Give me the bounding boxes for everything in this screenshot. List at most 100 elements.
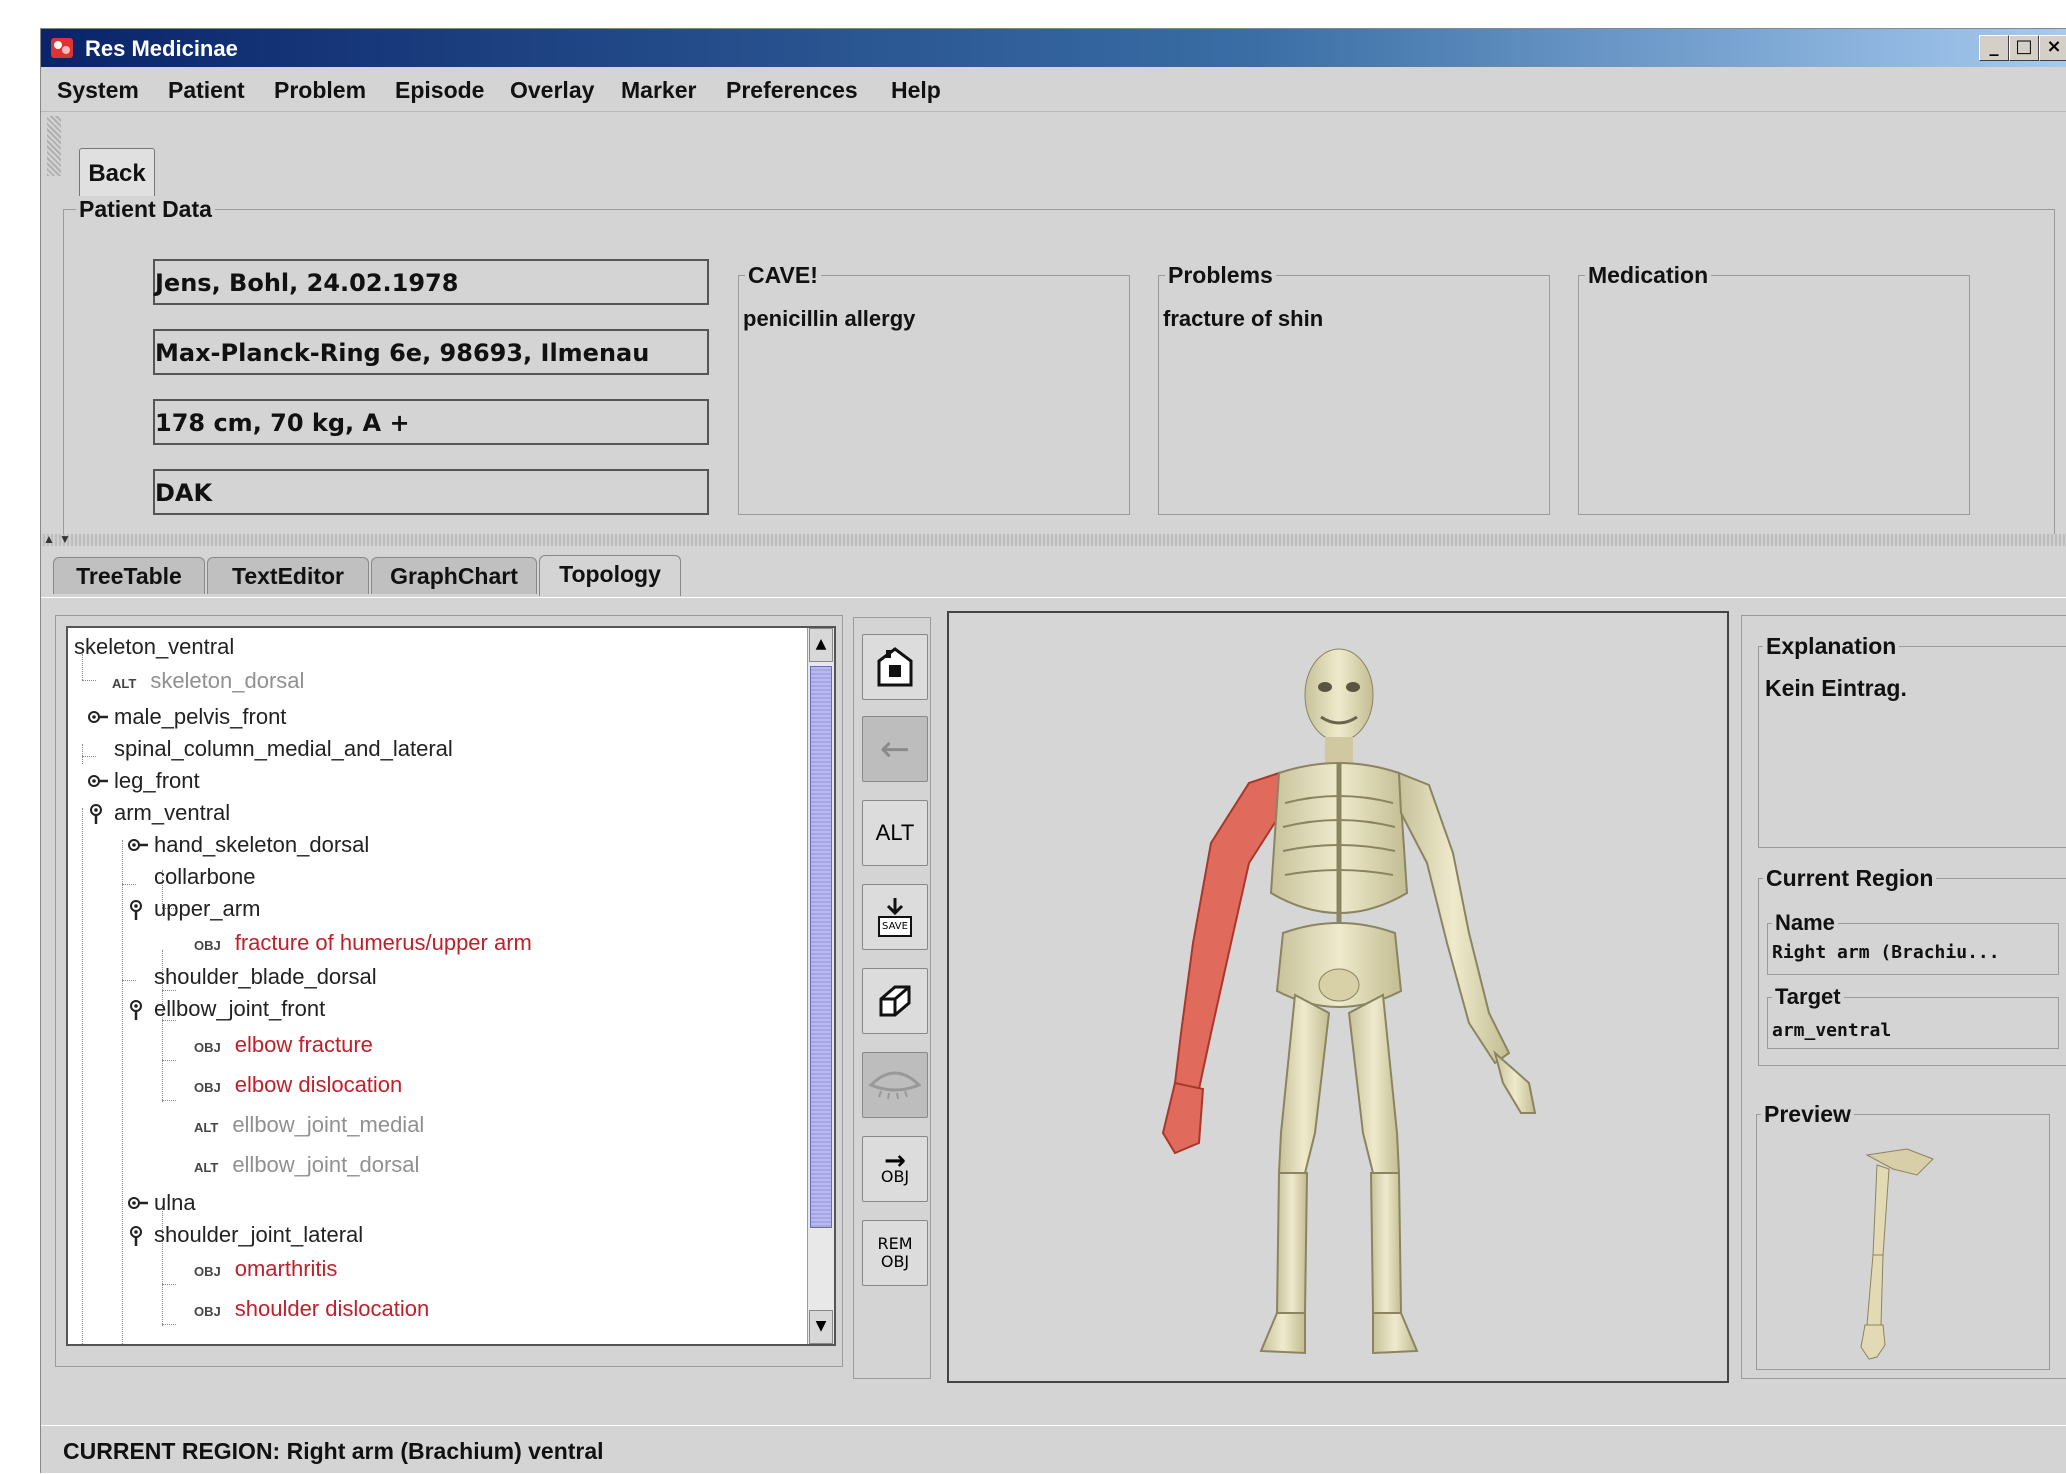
collapsed-toggle-icon[interactable] [126, 836, 150, 854]
region-name-value: Right arm (Brachiu... [1772, 942, 2000, 963]
tree-node[interactable]: ulna [128, 1190, 196, 1216]
tree-connector [162, 1060, 176, 1061]
explanation-title: Explanation [1763, 633, 1900, 660]
scroll-down-icon[interactable]: ▼ [809, 1310, 833, 1344]
hide-overlay-button[interactable] [862, 1052, 928, 1118]
splitter-bar[interactable]: ▲ ▼ [41, 532, 2066, 546]
alt-tag: ALT [194, 1160, 219, 1175]
back-arrow-button[interactable]: ← [862, 716, 928, 782]
menu-marker[interactable]: Marker [621, 77, 696, 104]
tree-obj-node[interactable]: OBJ elbow fracture [194, 1032, 373, 1058]
patient-address-field[interactable]: Max-Planck-Ring 6e, 98693, Ilmenau [153, 329, 709, 375]
topology-tree[interactable]: skeleton_ventral ALT skeleton_dorsal male… [66, 626, 836, 1346]
tree-obj-node[interactable]: OBJ fracture of humerus/upper arm [194, 930, 532, 956]
skeleton-ventral-image[interactable] [949, 613, 1727, 1381]
tree-alt-node[interactable]: ALT ellbow_joint_medial [194, 1112, 424, 1138]
tree-node[interactable]: shoulder_joint_lateral [130, 1222, 363, 1248]
tree-node[interactable]: skeleton_ventral [74, 634, 234, 660]
expanded-toggle-icon[interactable] [126, 998, 150, 1020]
obj-tag: OBJ [194, 938, 221, 953]
menu-patient[interactable]: Patient [168, 77, 245, 104]
title-bar: Res Medicinae _ □ × [41, 29, 2066, 67]
menu-episode[interactable]: Episode [395, 77, 484, 104]
minimize-button[interactable]: _ [1979, 35, 2009, 61]
toolbar-grip[interactable] [47, 116, 61, 176]
collapse-down-icon[interactable]: ▼ [59, 532, 71, 546]
menu-problem[interactable]: Problem [274, 77, 366, 104]
download-arrow-icon [886, 897, 904, 915]
tree-node-label: ellbow_joint_front [154, 996, 326, 1021]
tree-node[interactable]: male_pelvis_front [88, 704, 287, 730]
scrollbar-thumb[interactable] [810, 666, 832, 1228]
tree-node-label: fracture of humerus/upper arm [234, 930, 532, 955]
expanded-toggle-icon[interactable] [126, 898, 150, 920]
menu-preferences[interactable]: Preferences [726, 77, 858, 104]
tree-obj-node[interactable]: OBJ omarthritis [194, 1256, 337, 1282]
remove-object-button[interactable]: REM OBJ [862, 1220, 928, 1286]
tree-connector [162, 1324, 176, 1325]
home-button[interactable] [862, 634, 928, 700]
save-button[interactable]: SAVE [862, 884, 928, 950]
collapsed-toggle-icon[interactable] [86, 708, 110, 726]
info-panel: Explanation Kein Eintrag. Current Region… [1741, 615, 2066, 1379]
expanded-toggle-icon[interactable] [126, 1224, 150, 1246]
collapse-up-icon[interactable]: ▲ [43, 532, 55, 546]
alt-button[interactable]: ALT [862, 800, 928, 866]
close-button[interactable]: × [2039, 35, 2066, 61]
obj-tag: OBJ [194, 1040, 221, 1055]
menu-overlay[interactable]: Overlay [510, 77, 594, 104]
tree-alt-node[interactable]: ALT skeleton_dorsal [112, 668, 304, 694]
tree-connector [122, 884, 136, 885]
menu-system[interactable]: System [57, 77, 139, 104]
tree-node[interactable]: spinal_column_medial_and_lateral [114, 736, 453, 762]
back-button[interactable]: Back [79, 148, 155, 200]
patient-vitals-field[interactable]: 178 cm, 70 kg, A + [153, 399, 709, 445]
tree-node[interactable]: upper_arm [130, 896, 260, 922]
add-object-button[interactable]: → OBJ [862, 1136, 928, 1202]
tree-node[interactable]: collarbone [154, 864, 256, 890]
region-target-box: Target arm_ventral [1767, 984, 2059, 1049]
tree-scrollbar[interactable]: ▲ ▼ [807, 628, 834, 1344]
tab-treetable[interactable]: TreeTable [53, 557, 205, 594]
tab-texteditor[interactable]: TextEditor [207, 557, 369, 594]
tab-topology[interactable]: Topology [539, 555, 681, 596]
cave-value: penicillin allergy [743, 306, 916, 331]
tree-node[interactable]: shoulder_blade_dorsal [154, 964, 377, 990]
collapsed-toggle-icon[interactable] [126, 1194, 150, 1212]
topology-canvas[interactable] [947, 611, 1729, 1383]
maximize-button[interactable]: □ [2009, 35, 2039, 61]
collapsed-toggle-icon[interactable] [86, 772, 110, 790]
alt-tag: ALT [112, 676, 137, 691]
patient-data-title: Patient Data [76, 196, 215, 223]
problems-box: Problems fracture of shin [1158, 262, 1550, 515]
tree-obj-node[interactable]: OBJ elbow dislocation [194, 1072, 402, 1098]
tree-alt-node[interactable]: ALT ellbow_joint_dorsal [194, 1152, 419, 1178]
tab-graphchart[interactable]: GraphChart [371, 557, 537, 594]
tree-connector [162, 1100, 176, 1101]
patient-name-field[interactable]: Jens, Bohl, 24.02.1978 [153, 259, 709, 305]
expanded-toggle-icon[interactable] [86, 802, 110, 824]
tree-node-label: arm_ventral [114, 800, 231, 825]
medication-box: Medication [1578, 262, 1970, 515]
tree-node[interactable]: leg_front [88, 768, 200, 794]
tree-node[interactable]: arm_ventral [90, 800, 231, 826]
app-icon [51, 38, 73, 58]
tree-node[interactable]: ellbow_joint_front [130, 996, 326, 1022]
region-target-value: arm_ventral [1772, 1020, 1892, 1041]
status-bar: CURRENT REGION: Right arm (Brachium) ven… [41, 1425, 2066, 1474]
remove-object-label-top: REM [877, 1234, 913, 1253]
patient-insurance-field[interactable]: DAK [153, 469, 709, 515]
scroll-up-icon[interactable]: ▲ [809, 628, 833, 662]
problems-title: Problems [1165, 262, 1276, 289]
eraser-button[interactable] [862, 968, 928, 1034]
menu-help[interactable]: Help [891, 77, 941, 104]
tree-obj-node[interactable]: OBJ shoulder dislocation [194, 1296, 429, 1322]
cave-box: CAVE! penicillin allergy [738, 262, 1130, 515]
current-region-title: Current Region [1763, 865, 1937, 892]
app-window: Res Medicinae _ □ × System Patient Probl… [40, 28, 2066, 1473]
tree-node-label: leg_front [114, 768, 200, 793]
tree-connector [162, 990, 176, 991]
alt-tag: ALT [194, 1120, 219, 1135]
tree-node-label: male_pelvis_front [114, 704, 287, 729]
tree-node[interactable]: hand_skeleton_dorsal [128, 832, 369, 858]
